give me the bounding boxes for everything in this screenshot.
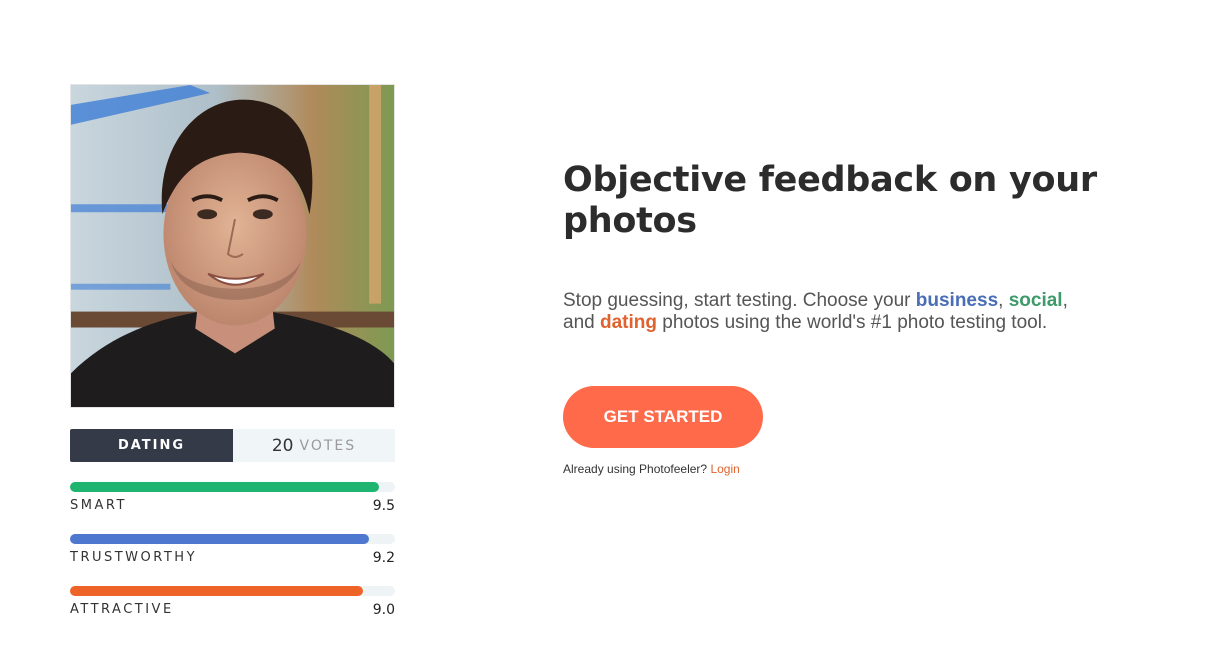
score-bar-fill — [70, 482, 379, 492]
hero-section: Objective feedback on your photos Stop g… — [563, 160, 1123, 476]
login-link[interactable]: Login — [710, 462, 739, 476]
landing-page: DATING 20 VOTES SMART 9.5 TRUSTWORTHY 9.… — [0, 0, 1222, 646]
photo-rating-card: DATING 20 VOTES SMART 9.5 TRUSTWORTHY 9.… — [70, 84, 395, 618]
metric-trustworthy: TRUSTWORTHY 9.2 — [70, 534, 395, 566]
score-bar-fill — [70, 586, 363, 596]
description-text: photos using the world's #1 photo testin… — [656, 312, 1048, 333]
metric-score: 9.0 — [372, 602, 395, 618]
rating-tabs: DATING 20 VOTES — [70, 429, 395, 462]
metric-score: 9.2 — [372, 550, 395, 566]
existing-user-prompt: Already using Photofeeler? Login — [563, 462, 1123, 476]
score-bar-track — [70, 534, 395, 544]
metric-attractive: ATTRACTIVE 9.0 — [70, 586, 395, 618]
hero-description: Stop guessing, start testing. Choose you… — [563, 290, 1093, 334]
votes-summary: 20 VOTES — [233, 429, 395, 462]
votes-count: 20 — [271, 435, 294, 456]
score-bar-fill — [70, 534, 369, 544]
votes-label: VOTES — [299, 437, 357, 454]
get-started-button[interactable]: GET STARTED — [563, 386, 763, 448]
profile-photo — [70, 84, 395, 408]
tab-dating[interactable]: DATING — [70, 429, 233, 462]
description-text: Stop guessing, start testing. Choose you… — [563, 290, 916, 311]
metric-smart: SMART 9.5 — [70, 482, 395, 514]
keyword-social: social — [1008, 290, 1063, 311]
metric-name: TRUSTWORTHY — [70, 550, 198, 565]
description-text: , — [998, 290, 1009, 311]
existing-user-text: Already using Photofeeler? — [563, 462, 711, 476]
score-bar-track — [70, 482, 395, 492]
metric-name: ATTRACTIVE — [70, 602, 174, 617]
metric-name: SMART — [70, 498, 127, 513]
metric-score: 9.5 — [372, 498, 395, 514]
score-bar-track — [70, 586, 395, 596]
keyword-dating: dating — [599, 312, 657, 333]
profile-photo-illustration — [71, 85, 394, 407]
page-title: Objective feedback on your photos — [563, 160, 1097, 241]
keyword-business: business — [915, 290, 999, 311]
